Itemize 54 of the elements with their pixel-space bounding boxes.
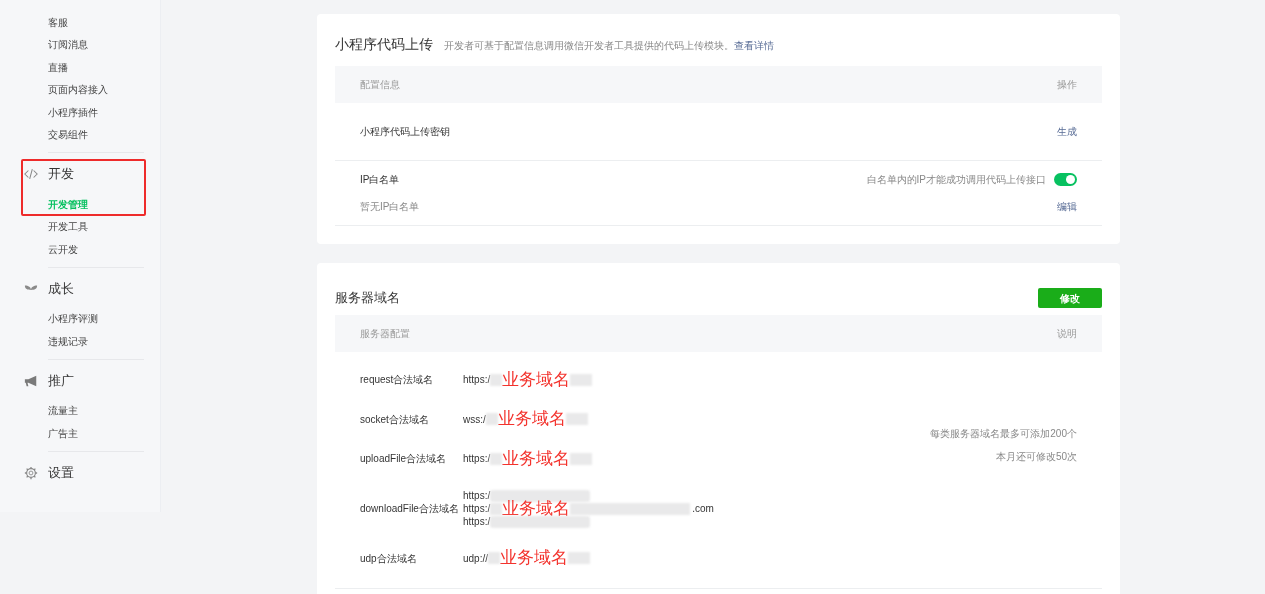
sidebar-item[interactable]: 小程序评测 [48,311,98,327]
card-title: 服务器域名 [335,289,400,308]
column-heading: 说明 [1057,327,1077,341]
sidebar-item[interactable]: 客服 [48,14,68,30]
card-title: 小程序代码上传 [335,35,433,54]
sidebar-item[interactable]: 小程序插件 [48,104,98,120]
sidebar-heading[interactable]: 开发 [48,164,74,184]
row-label: 小程序代码上传密钥 [360,125,450,139]
sidebar-item[interactable]: 订阅消息 [48,37,88,53]
edit-link[interactable]: 编辑 [1057,199,1077,214]
sidebar-item[interactable]: 交易组件 [48,127,88,143]
row-sublabel: 暂无IP白名单 [360,200,420,214]
url-text: udp:// [463,551,489,566]
url-text: .com [692,502,714,516]
megaphone-icon [24,373,38,388]
row-label: socket合法域名 [360,412,430,427]
column-heading: 服务器配置 [360,327,410,341]
toggle-switch[interactable] [1054,173,1077,186]
url-text: https:/ [463,515,491,529]
annotation-text: 业务域名 [497,409,566,430]
sidebar-item[interactable]: 页面内容接入 [48,82,108,98]
row-label: IP白名单 [360,173,400,187]
sidebar-item[interactable]: 违规记录 [48,333,88,349]
row-label: request合法域名 [360,373,435,388]
action-link[interactable]: 生成 [1057,124,1077,139]
column-heading: 配置信息 [360,78,400,92]
url-text: wss:/ [463,412,486,427]
sidebar-heading[interactable]: 设置 [48,462,74,483]
sidebar-item[interactable]: 广告主 [48,425,78,441]
annotation-text: 业务域名 [502,448,571,469]
column-heading: 操作 [1057,78,1077,92]
sidebar-item[interactable]: 云开发 [48,241,78,257]
code-icon [24,167,38,181]
row-label: downloadFile合法域名 [360,502,460,516]
sidebar-item[interactable]: 开发工具 [48,219,88,235]
sidebar-heading[interactable]: 成长 [48,278,74,299]
row-label: udp合法域名 [360,551,418,566]
url-text: https:/ [463,452,491,467]
row-label: uploadFile合法域名 [360,452,448,467]
sidebar-item[interactable]: 直播 [48,59,68,75]
url-text: https:/ [463,489,491,503]
annotation-text: 业务域名 [500,548,569,569]
sidebar-item[interactable]: 流量主 [48,403,78,419]
gear-icon [24,465,38,480]
url-text: https:/ [463,502,491,516]
details-link[interactable]: 查看详情 [734,40,774,51]
sidebar-heading[interactable]: 推广 [48,370,74,391]
annotation-text: 业务域名 [502,369,571,390]
description-text: 开发者可基于配置信息调用微信开发者工具提供的代码上传模块。查看详情 [444,39,774,53]
note-text: 本月还可修改50次 [995,450,1077,464]
url-text: https:/ [463,373,491,388]
toggle-hint: 白名单内的IP才能成功调用代码上传接口 [866,173,1046,187]
annotation-text: 业务域名 [502,498,571,519]
note-text: 每类服务器域名最多可添加200个 [930,427,1077,441]
